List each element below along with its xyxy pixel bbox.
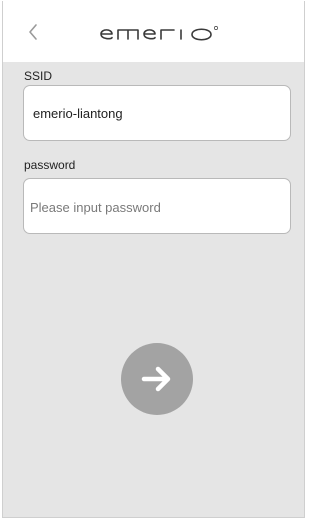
ssid-field[interactable]: emerio-liantong <box>23 85 291 141</box>
ssid-value: emerio-liantong <box>33 106 123 121</box>
next-button[interactable] <box>121 343 193 415</box>
arrow-right-icon <box>141 366 171 392</box>
ssid-label: SSID <box>24 69 53 83</box>
password-field[interactable] <box>23 178 291 234</box>
back-chevron-icon[interactable] <box>26 23 40 41</box>
password-label: password <box>24 158 76 172</box>
password-input[interactable] <box>30 197 280 217</box>
emerio-logo <box>98 25 223 43</box>
top-bar <box>3 1 304 62</box>
wifi-config-screen: SSID emerio-liantong password <box>2 1 305 518</box>
